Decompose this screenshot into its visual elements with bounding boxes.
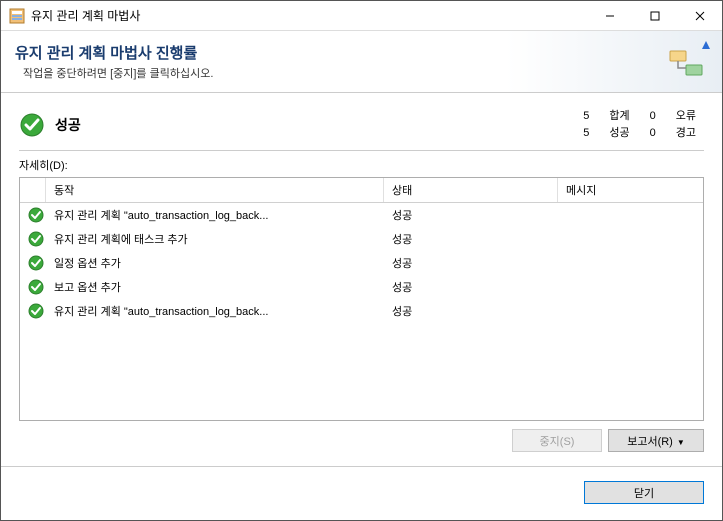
- close-dialog-button[interactable]: 닫기: [584, 481, 704, 504]
- success-icon: [28, 255, 44, 271]
- stop-button: 중지(S): [512, 429, 602, 452]
- stat-warn-label: 경고: [664, 126, 702, 141]
- column-header-action[interactable]: 동작: [46, 178, 384, 202]
- cell-status: 성공: [384, 205, 558, 225]
- column-header-icon[interactable]: [20, 178, 46, 202]
- success-icon: [28, 231, 44, 247]
- stat-success-label: 성공: [597, 126, 635, 141]
- wizard-icon: [662, 37, 712, 87]
- maximize-button[interactable]: [632, 1, 677, 30]
- column-header-message[interactable]: 메시지: [558, 178, 703, 202]
- banner-subtext: 작업을 중단하려면 [중지]를 클릭하십시오.: [15, 65, 213, 81]
- cell-message: [558, 309, 703, 313]
- cell-action: 유지 관리 계획 "auto_transaction_log_back...: [46, 301, 384, 321]
- window-title: 유지 관리 계획 마법사: [31, 7, 587, 24]
- report-button[interactable]: 보고서(R) ▼: [608, 429, 704, 452]
- cell-message: [558, 213, 703, 217]
- cell-status: 성공: [384, 277, 558, 297]
- banner: 유지 관리 계획 마법사 진행률 작업을 중단하려면 [중지]를 클릭하십시오.: [1, 31, 722, 93]
- titlebar: 유지 관리 계획 마법사: [1, 1, 722, 31]
- grid-header: 동작 상태 메시지: [20, 178, 703, 203]
- summary-stats: 5 합계 0 오류 5 성공 0 경고: [569, 107, 704, 144]
- minimize-button[interactable]: [587, 1, 632, 30]
- grid-body: 유지 관리 계획 "auto_transaction_log_back...성공…: [20, 203, 703, 323]
- stat-error-num: 0: [638, 109, 662, 124]
- success-icon: [19, 112, 45, 138]
- cell-status: 성공: [384, 229, 558, 249]
- cell-message: [558, 261, 703, 265]
- table-row[interactable]: 보고 옵션 추가성공: [20, 275, 703, 299]
- results-grid: 동작 상태 메시지 유지 관리 계획 "auto_transaction_log…: [19, 177, 704, 421]
- success-icon: [28, 207, 44, 223]
- cell-status: 성공: [384, 301, 558, 321]
- success-icon: [28, 279, 44, 295]
- stat-total-num: 5: [571, 109, 595, 124]
- window-controls: [587, 1, 722, 30]
- column-header-status[interactable]: 상태: [384, 178, 558, 202]
- banner-heading: 유지 관리 계획 마법사 진행률: [15, 42, 213, 63]
- success-icon: [28, 303, 44, 319]
- detail-label: 자세히(D):: [19, 157, 704, 173]
- cell-action: 유지 관리 계획 "auto_transaction_log_back...: [46, 205, 384, 225]
- cell-message: [558, 237, 703, 241]
- cell-action: 일정 옵션 추가: [46, 253, 384, 273]
- stat-warn-num: 0: [638, 126, 662, 141]
- table-row[interactable]: 일정 옵션 추가성공: [20, 251, 703, 275]
- close-button[interactable]: [677, 1, 722, 30]
- stat-error-label: 오류: [664, 109, 702, 124]
- table-row[interactable]: 유지 관리 계획 "auto_transaction_log_back...성공: [20, 299, 703, 323]
- table-row[interactable]: 유지 관리 계획 "auto_transaction_log_back...성공: [20, 203, 703, 227]
- table-row[interactable]: 유지 관리 계획에 태스크 추가성공: [20, 227, 703, 251]
- cell-message: [558, 285, 703, 289]
- stat-total-label: 합계: [597, 109, 635, 124]
- cell-action: 보고 옵션 추가: [46, 277, 384, 297]
- summary-row: 성공 5 합계 0 오류 5 성공 0 경고: [19, 107, 704, 151]
- app-icon: [9, 8, 25, 24]
- cell-action: 유지 관리 계획에 태스크 추가: [46, 229, 384, 249]
- cell-status: 성공: [384, 253, 558, 273]
- summary-status: 성공: [55, 115, 569, 135]
- chevron-down-icon: ▼: [677, 438, 685, 447]
- stat-success-num: 5: [571, 126, 595, 141]
- report-button-label: 보고서(R): [627, 436, 673, 448]
